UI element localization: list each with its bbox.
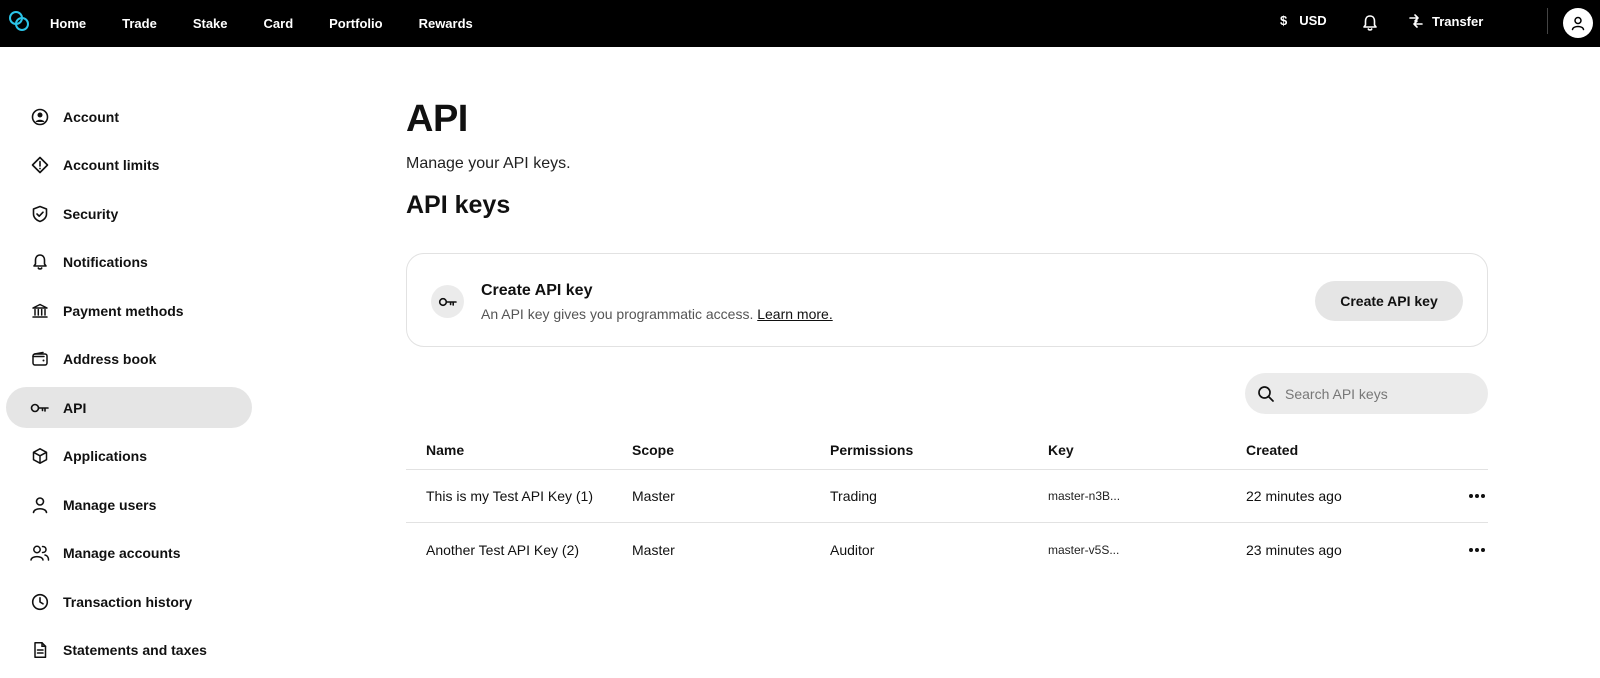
nav-trade[interactable]: Trade: [122, 16, 157, 31]
user-icon: [30, 495, 50, 515]
sidebar-item-label: Payment methods: [63, 302, 184, 319]
cell-key: master-v5S...: [1048, 542, 1120, 557]
page-subtitle: Manage your API keys.: [406, 155, 571, 172]
top-navigation-bar: Home Trade Stake Card Portfolio Rewards …: [0, 0, 1600, 47]
currency-label: USD: [1299, 13, 1327, 28]
bank-icon: [30, 301, 50, 321]
profile-avatar[interactable]: [1563, 8, 1593, 38]
section-title-api-keys: API keys: [406, 191, 511, 219]
sidebar-item-label: Manage accounts: [63, 545, 181, 561]
settings-sidebar: Account Account limits Security Notifica…: [6, 96, 252, 678]
notifications-bell-icon[interactable]: [1360, 13, 1380, 33]
sidebar-item-security[interactable]: Security: [6, 193, 252, 234]
row-more-options-button[interactable]: [1426, 493, 1486, 499]
transfer-label: Transfer: [1432, 13, 1484, 29]
row-more-options-button[interactable]: [1426, 547, 1486, 553]
transfer-button[interactable]: Transfer: [1408, 13, 1483, 29]
sidebar-item-account[interactable]: Account: [6, 96, 252, 137]
table-row[interactable]: Another Test API Key (2) Master Auditor …: [406, 523, 1488, 576]
cell-permissions: Auditor: [830, 541, 875, 558]
search-icon: [1258, 385, 1274, 402]
gemini-logo-icon[interactable]: [8, 10, 30, 32]
column-header-scope[interactable]: Scope: [632, 442, 830, 458]
sidebar-item-manage-users[interactable]: Manage users: [6, 484, 252, 525]
sidebar-item-label: Statements and taxes: [63, 642, 207, 658]
table-row[interactable]: This is my Test API Key (1) Master Tradi…: [406, 470, 1488, 523]
cell-created: 22 minutes ago: [1246, 488, 1342, 504]
sidebar-item-notifications[interactable]: Notifications: [6, 242, 252, 283]
bell-icon: [30, 252, 50, 272]
cell-name: Another Test API Key (2): [426, 541, 580, 558]
sidebar-item-label: Account: [63, 108, 119, 125]
nav-stake[interactable]: Stake: [193, 16, 228, 31]
nav-rewards[interactable]: Rewards: [419, 16, 473, 31]
sidebar-item-label: Notifications: [63, 254, 148, 270]
search-box: [1245, 373, 1488, 414]
create-api-key-description: An API key gives you programmatic access…: [481, 306, 833, 322]
wallet-icon: [30, 349, 50, 369]
column-header-permissions[interactable]: Permissions: [830, 442, 1048, 458]
sidebar-item-label: Address book: [63, 351, 157, 367]
sidebar-item-api[interactable]: API: [6, 387, 252, 428]
description-text: An API key gives you programmatic access…: [481, 306, 754, 322]
warning-diamond-icon: [30, 155, 50, 175]
sidebar-item-payment-methods[interactable]: Payment methods: [6, 290, 252, 331]
column-header-key[interactable]: Key: [1048, 442, 1246, 458]
cell-name: This is my Test API Key (1): [426, 488, 594, 504]
user-profile-icon: [1571, 16, 1585, 31]
nav-card[interactable]: Card: [264, 16, 294, 31]
api-keys-table: Name Scope Permissions Key Created This …: [406, 430, 1488, 576]
cell-permissions: Trading: [830, 488, 877, 504]
search-api-keys-input[interactable]: [1285, 385, 1475, 402]
nav-home[interactable]: Home: [50, 16, 86, 31]
more-horizontal-icon: [1469, 494, 1485, 498]
sidebar-item-transaction-history[interactable]: Transaction history: [6, 581, 252, 622]
table-header: Name Scope Permissions Key Created: [406, 430, 1488, 470]
cube-icon: [30, 446, 50, 466]
shield-check-icon: [30, 204, 50, 224]
user-circle-icon: [30, 107, 50, 127]
sidebar-item-address-book[interactable]: Address book: [6, 339, 252, 380]
learn-more-link[interactable]: Learn more.: [757, 306, 832, 322]
sidebar-item-statements-and-taxes[interactable]: Statements and taxes: [6, 630, 252, 671]
main-nav: Home Trade Stake Card Portfolio Rewards: [50, 0, 509, 47]
sidebar-item-label: Transaction history: [63, 593, 193, 610]
sidebar-item-label: Manage users: [63, 496, 157, 513]
create-api-key-card: Create API key An API key gives you prog…: [406, 253, 1488, 347]
clock-icon: [30, 592, 50, 612]
users-icon: [30, 543, 50, 563]
nav-divider: [1547, 8, 1548, 34]
transfer-arrows-icon: [1409, 14, 1423, 28]
sidebar-item-account-limits[interactable]: Account limits: [6, 145, 252, 186]
column-header-name[interactable]: Name: [406, 442, 632, 458]
main-content: API Manage your API keys. API keys Creat…: [406, 96, 1488, 558]
cell-scope: Master: [632, 541, 675, 558]
key-icon: [30, 398, 50, 418]
more-horizontal-icon: [1469, 547, 1485, 552]
sidebar-item-label: Applications: [63, 448, 148, 464]
dollar-icon: $: [1280, 13, 1288, 28]
cell-scope: Master: [632, 488, 675, 504]
cell-created: 23 minutes ago: [1246, 541, 1342, 558]
sidebar-item-label: Security: [63, 205, 119, 222]
sidebar-item-label: Account limits: [63, 157, 160, 173]
create-api-key-title: Create API key: [481, 282, 593, 299]
create-api-key-button[interactable]: Create API key: [1315, 281, 1463, 321]
sidebar-item-applications[interactable]: Applications: [6, 436, 252, 477]
nav-portfolio[interactable]: Portfolio: [329, 16, 382, 31]
document-icon: [30, 640, 50, 660]
column-header-created[interactable]: Created: [1246, 442, 1426, 458]
key-icon: [431, 285, 464, 318]
cell-key: master-n3B...: [1048, 489, 1121, 503]
page-title: API: [406, 98, 468, 140]
currency-selector[interactable]: $ USD: [1280, 13, 1340, 28]
sidebar-item-label: API: [63, 399, 87, 416]
sidebar-item-manage-accounts[interactable]: Manage accounts: [6, 533, 252, 574]
